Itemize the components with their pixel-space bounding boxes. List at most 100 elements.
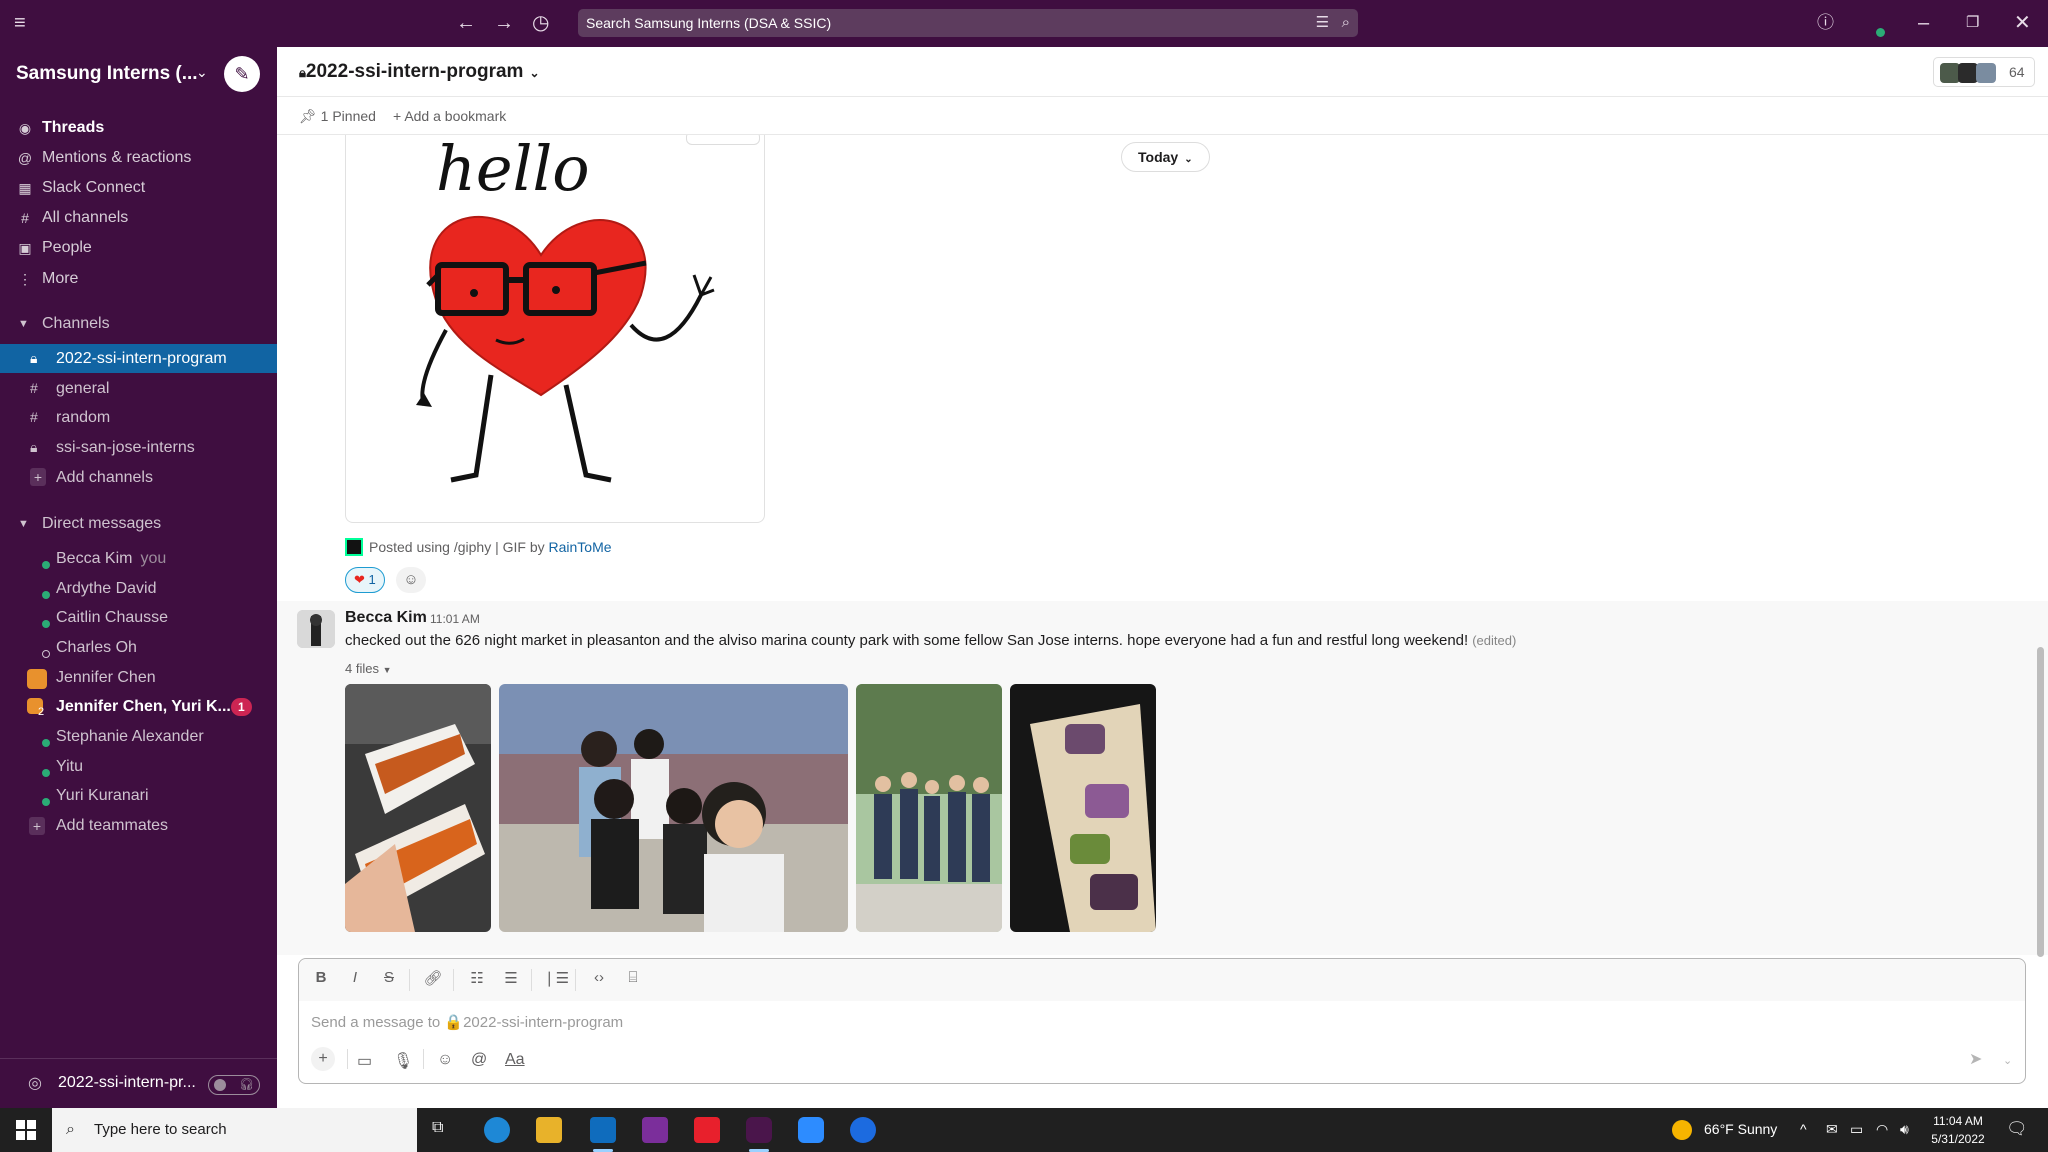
add-channels-button[interactable]: + Add channels <box>0 463 277 492</box>
link-icon[interactable]: 🔗︎ <box>421 969 445 987</box>
nav-threads[interactable]: ◉ Threads <box>0 114 277 142</box>
onenote-icon[interactable] <box>642 1117 668 1143</box>
files-count: 4 files <box>345 661 379 676</box>
dm-label: Caitlin Chausse <box>56 609 169 626</box>
files-toggle[interactable]: 4 files ▼ <box>345 661 392 676</box>
search-text: Search Samsung Interns (DSA & SSIC) <box>586 15 832 31</box>
message-author[interactable]: Becca Kim <box>345 609 427 627</box>
nav-more[interactable]: ⋮ More <box>0 265 277 293</box>
filter-icon[interactable]: ☰ <box>1316 14 1329 31</box>
back-arrow-icon[interactable]: ← <box>456 11 476 35</box>
code-block-icon[interactable]: ⌸ <box>621 969 645 986</box>
send-button[interactable]: ➤ <box>1969 1049 1982 1069</box>
heart-reaction[interactable]: ❤ 1 <box>345 567 385 593</box>
windows-start-button[interactable] <box>16 1120 36 1140</box>
nav-slack-connect[interactable]: ▦ Slack Connect <box>0 174 277 202</box>
caption-link[interactable]: RainToMe <box>549 539 612 555</box>
more-icon: ⋮ <box>18 271 32 287</box>
forward-arrow-icon[interactable]: → <box>494 11 514 35</box>
attach-plus-button[interactable]: + <box>311 1047 335 1071</box>
windows-logo-icon <box>16 1120 25 1129</box>
bulleted-list-icon[interactable]: ☰ <box>499 969 523 987</box>
mail-icon[interactable]: ✉ <box>1826 1121 1838 1138</box>
dms-section-header[interactable]: ▼ Direct messages <box>0 510 277 538</box>
dm-item-yuri-kuranari[interactable]: Yuri Kuranari <box>0 781 277 810</box>
nav-mentions[interactable]: @ Mentions & reactions <box>0 144 277 172</box>
dm-item-charles-oh[interactable]: Charles Oh <box>0 633 277 662</box>
system-clock[interactable]: 11:04 AM 5/31/2022 <box>1926 1112 1990 1148</box>
indesign-icon[interactable] <box>694 1117 720 1143</box>
emoji-icon[interactable]: ☺ <box>437 1051 453 1069</box>
outlook-icon[interactable] <box>590 1117 616 1143</box>
chevron-down-icon[interactable]: ⌄ <box>196 64 208 81</box>
dm-item-becca-kim[interactable]: Becca Kim you <box>0 544 277 573</box>
presence-online-icon <box>42 561 50 569</box>
weather-text[interactable]: 66°F Sunny <box>1704 1121 1777 1137</box>
microphone-icon[interactable]: 🎙︎ <box>393 1051 413 1071</box>
search-icon[interactable]: ⌕ <box>1342 14 1350 31</box>
volume-icon[interactable]: 🔊︎ <box>1900 1121 1909 1138</box>
nav-people[interactable]: ▣ People <box>0 234 277 262</box>
gif-attachment[interactable]: hello <box>345 135 765 523</box>
history-icon[interactable]: ◷ <box>532 11 549 35</box>
italic-icon[interactable]: I <box>343 969 367 986</box>
wifi-icon[interactable]: ◠ <box>1876 1121 1888 1138</box>
close-icon[interactable]: ✕ <box>2014 11 2031 35</box>
mention-icon[interactable]: @ <box>471 1051 487 1069</box>
dm-item-stephanie-alexander[interactable]: Stephanie Alexander <box>0 722 277 751</box>
date-divider[interactable]: Today ⌄ <box>1121 142 1210 172</box>
dm-item-jennifer-chen[interactable]: Jennifer Chen <box>0 663 277 692</box>
photo-group-selfie[interactable] <box>499 684 848 932</box>
photo-desserts[interactable] <box>1010 684 1156 932</box>
channel-item-random[interactable]: # random <box>0 403 277 432</box>
channel-item-2022-ssi-intern-program[interactable]: 🔒︎ 2022-ssi-intern-program <box>0 344 277 373</box>
photo-skewers[interactable] <box>345 684 491 932</box>
member-list-button[interactable]: 64 <box>1933 57 2035 87</box>
task-view-icon[interactable]: ⧉ <box>432 1119 443 1137</box>
minimize-icon[interactable]: – <box>1918 11 1929 35</box>
zoom-icon[interactable] <box>798 1117 824 1143</box>
pinned-button[interactable]: 📌︎ 1 Pinned <box>299 108 376 125</box>
restore-icon[interactable]: ❐ <box>1966 11 1979 35</box>
text-format-icon[interactable]: Aa <box>505 1051 525 1069</box>
add-reaction-button[interactable]: ☺ <box>396 567 426 593</box>
channel-item-ssi-san-jose-interns[interactable]: 🔒︎ ssi-san-jose-interns <box>0 433 277 462</box>
video-clip-icon[interactable]: ▭ <box>357 1051 372 1071</box>
strikethrough-icon[interactable]: S <box>377 969 401 986</box>
scrollbar[interactable] <box>2037 647 2044 957</box>
notifications-icon[interactable]: 🗨︎ <box>2006 1119 2028 1139</box>
channels-section-header[interactable]: ▼ Channels <box>0 310 277 338</box>
bold-icon[interactable]: B <box>309 969 333 986</box>
add-teammates-button[interactable]: + Add teammates <box>0 811 277 840</box>
code-icon[interactable]: ‹› <box>587 969 611 986</box>
dm-item-ardythe-david[interactable]: Ardythe David <box>0 574 277 603</box>
help-icon[interactable]: ⓘ <box>1817 11 1834 35</box>
blockquote-icon[interactable]: ❘☰ <box>543 969 569 987</box>
search-bar[interactable]: Search Samsung Interns (DSA & SSIC) ☰ ⌕ <box>578 9 1358 37</box>
battery-icon[interactable]: ▭ <box>1850 1121 1863 1138</box>
ordered-list-icon[interactable]: ☷ <box>465 969 489 987</box>
add-bookmark-button[interactable]: + Add a bookmark <box>393 108 506 124</box>
slack-icon[interactable] <box>746 1117 772 1143</box>
workspace-name[interactable]: Samsung Interns (... <box>16 63 198 85</box>
huddle-toggle[interactable]: 🎧︎ <box>208 1075 260 1095</box>
message-timestamp[interactable]: 11:01 AM <box>430 612 480 626</box>
weather-sun-icon[interactable] <box>1672 1120 1692 1140</box>
compose-button[interactable]: ✎ <box>224 56 260 92</box>
edge-icon[interactable] <box>484 1117 510 1143</box>
nav-all-channels[interactable]: # All channels <box>0 204 277 232</box>
dm-item-group-jennifer-yuri[interactable]: 2 Jennifer Chen, Yuri K... 1 <box>0 692 277 721</box>
avatar[interactable] <box>297 610 335 648</box>
dm-item-yitu[interactable]: Yitu <box>0 752 277 781</box>
file-explorer-icon[interactable] <box>536 1117 562 1143</box>
channel-item-general[interactable]: # general <box>0 374 277 403</box>
message-input[interactable] <box>311 1009 1911 1035</box>
dm-item-caitlin-chausse[interactable]: Caitlin Chausse <box>0 603 277 632</box>
channel-title[interactable]: 🔒︎2022-ssi-intern-program ⌄ <box>299 61 540 83</box>
app-icon[interactable] <box>850 1117 876 1143</box>
chevron-down-icon[interactable]: ⌄ <box>2003 1054 2012 1067</box>
taskbar-search[interactable]: ⌕ Type here to search <box>52 1108 417 1152</box>
chevron-up-icon[interactable]: ^ <box>1800 1121 1807 1137</box>
photo-park-group[interactable] <box>856 684 1002 932</box>
hamburger-menu-icon[interactable]: ≡ <box>14 11 26 35</box>
